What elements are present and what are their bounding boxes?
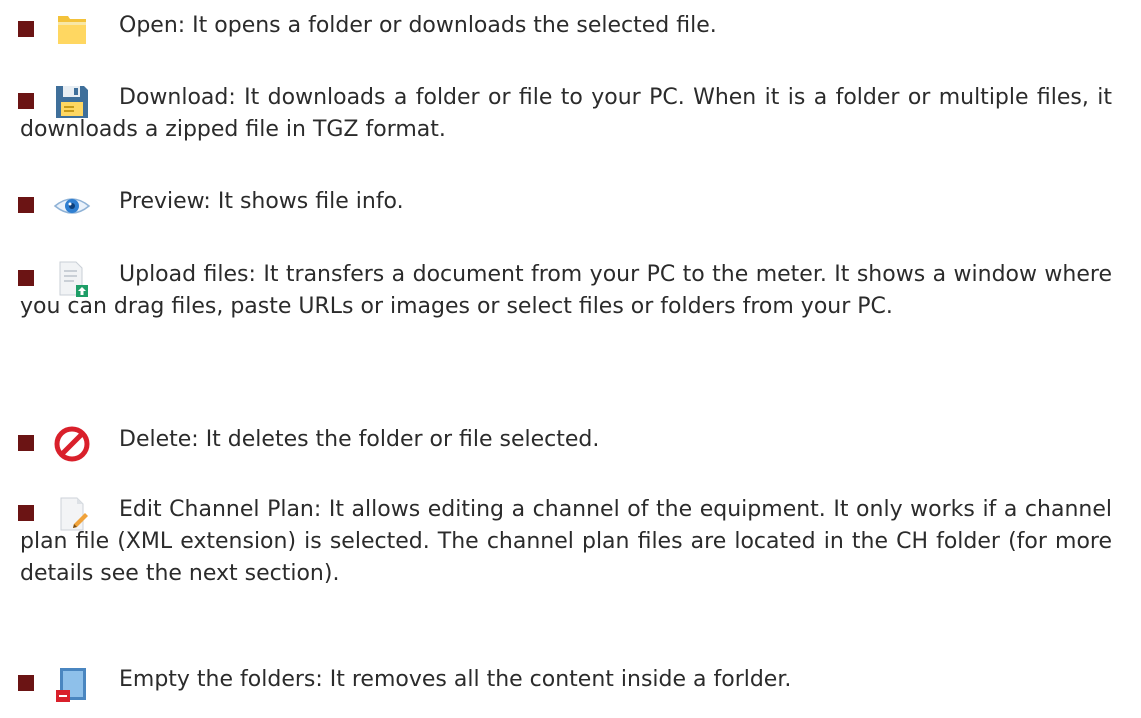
item-text: Upload files: It transfers a document fr…: [20, 262, 1112, 319]
item-text: Delete: It deletes the folder or file se…: [119, 427, 600, 452]
item-text: Preview: It shows file info.: [119, 189, 404, 214]
item-text: Download: It downloads a folder or file …: [20, 85, 1112, 142]
item-text: Edit Channel Plan: It allows editing a c…: [20, 497, 1112, 586]
item-text: Open: It opens a folder or downloads the…: [119, 13, 717, 38]
item-text: Empty the folders: It removes all the co…: [119, 667, 792, 692]
